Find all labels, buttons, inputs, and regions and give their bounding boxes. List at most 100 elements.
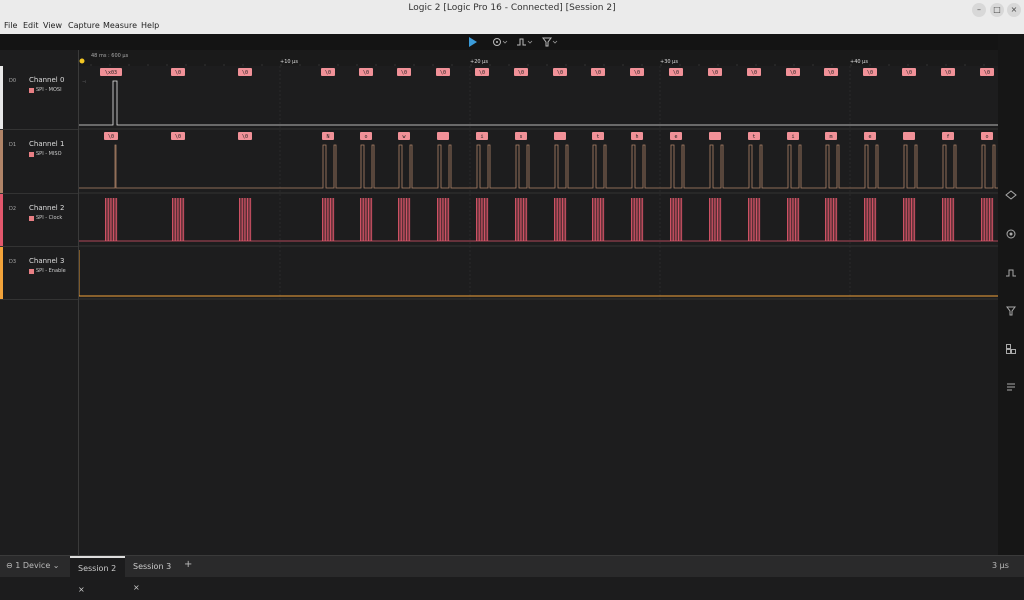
clock-pulse: [757, 198, 759, 241]
clock-pulse: [105, 198, 106, 241]
clock-pulse: [865, 198, 867, 241]
mosi-byte-label: \0: [712, 70, 718, 76]
channel-color-bar: [0, 194, 3, 246]
miso-byte-label: e: [868, 134, 871, 140]
clock-pulse: [674, 198, 676, 241]
clock-pulse: [873, 198, 875, 241]
clock-pulse: [790, 198, 792, 241]
tab-session-2[interactable]: Session 2 ×: [70, 556, 125, 594]
clock-pulse: [751, 198, 753, 241]
clock-pulse: [326, 198, 328, 241]
tick-label: +30 µs: [660, 59, 678, 65]
analyzer-label[interactable]: SPI - Enable: [36, 268, 66, 274]
clock-pulse: [176, 198, 178, 241]
analyzer-marker: [29, 88, 34, 93]
clock-pulse: [903, 198, 904, 241]
maximize-button[interactable]: □: [990, 3, 1004, 17]
clock-pulse: [484, 198, 485, 241]
clock-pulse: [788, 198, 790, 241]
menu-view[interactable]: View: [43, 21, 62, 30]
menu-file[interactable]: File: [4, 21, 17, 30]
channel-name[interactable]: Channel 1: [29, 140, 64, 148]
menu-help[interactable]: Help: [141, 21, 159, 30]
channel-name[interactable]: Channel 2: [29, 204, 64, 212]
mosi-byte-label: \0: [175, 70, 181, 76]
clock-pulse: [446, 198, 448, 241]
miso-byte-label: t: [596, 134, 599, 140]
clock-pulse: [946, 198, 948, 241]
clock-pulse: [106, 198, 108, 241]
waveform-area[interactable]: 48 ms : 600 µs +10 µs +20 µs +30 µs +40 µs \x…: [78, 50, 998, 555]
clock-pulse: [907, 198, 909, 241]
clock-pulse: [445, 198, 446, 241]
miso-byte-label: o: [364, 134, 367, 140]
clock-pulse: [476, 198, 477, 241]
filter-icon[interactable]: [998, 305, 1024, 320]
clock-pulse: [985, 198, 987, 241]
settings-icon[interactable]: [492, 36, 510, 48]
analyzer-marker: [29, 152, 34, 157]
clock-pulse: [557, 198, 559, 241]
enable-trace: [78, 250, 998, 297]
channel-label-panel: D0 Channel 0 SPI - MOSI D1 Channel 1 SPI…: [0, 50, 78, 555]
tab-close-icon[interactable]: ×: [78, 585, 85, 594]
channel-number: D2: [9, 206, 17, 212]
clock-pulse: [720, 198, 722, 241]
channel-row-1[interactable]: D1 Channel 1 SPI - MISO: [0, 130, 78, 194]
filter-icon[interactable]: [541, 36, 559, 48]
clock-pulse: [407, 198, 409, 241]
analyzers-icon[interactable]: [998, 189, 1024, 204]
miso-byte-label-box: [709, 132, 721, 140]
clock-pulse: [333, 198, 335, 241]
miso-byte-label: e: [674, 134, 677, 140]
clock-pulse: [670, 198, 671, 241]
menu-bar: File Edit View Capture Measure Help: [0, 20, 1024, 34]
timing-markers-icon[interactable]: [998, 266, 1024, 281]
trigger-icon[interactable]: [516, 36, 534, 48]
tab-session-3[interactable]: Session 3 ×: [125, 556, 180, 592]
clock-pulse: [440, 198, 442, 241]
close-button[interactable]: ×: [1007, 3, 1021, 17]
waveform-canvas[interactable]: 48 ms : 600 µs +10 µs +20 µs +30 µs +40 µs \x…: [78, 50, 998, 555]
analyzer-label[interactable]: SPI - MOSI: [36, 87, 62, 93]
mosi-byte-label: \0: [634, 70, 640, 76]
clock-pulse: [402, 198, 404, 241]
add-tab-button[interactable]: +: [184, 559, 192, 570]
miso-byte-label: s: [519, 134, 522, 140]
clock-pulse: [791, 198, 793, 241]
notes-icon[interactable]: [998, 381, 1024, 396]
clock-pulse: [438, 198, 440, 241]
menu-edit[interactable]: Edit: [23, 21, 39, 30]
analyzer-label[interactable]: SPI - Clock: [36, 215, 62, 221]
clock-pulse: [524, 198, 526, 241]
extensions-icon[interactable]: [998, 343, 1024, 358]
miso-byte-label: N: [326, 134, 329, 140]
tick-label: +40 µs: [850, 59, 868, 65]
tab-close-icon[interactable]: ×: [133, 583, 140, 592]
menu-measure[interactable]: Measure: [103, 21, 137, 30]
tab-label: Session 3: [133, 562, 172, 571]
mosi-byte-label: \0: [518, 70, 524, 76]
clock-pulse: [872, 198, 873, 241]
chevron-down-icon: ⌄: [52, 561, 60, 570]
clock-pulse: [592, 198, 593, 241]
device-settings-icon[interactable]: [998, 228, 1024, 243]
clock-pulse: [673, 198, 675, 241]
channel-row-2[interactable]: D2 Channel 2 SPI - Clock: [0, 194, 78, 247]
play-icon[interactable]: [466, 36, 480, 48]
channel-name[interactable]: Channel 0: [29, 76, 64, 84]
miso-byte-label: o: [985, 134, 988, 140]
channel-row-3[interactable]: D3 Channel 3 SPI - Enable: [0, 247, 78, 300]
minimize-button[interactable]: –: [972, 3, 986, 17]
channel-name[interactable]: Channel 3: [29, 257, 64, 265]
device-selector[interactable]: ⊖ 1 Device ⌄: [6, 561, 60, 570]
clock-pulse: [679, 198, 681, 241]
menu-capture[interactable]: Capture: [68, 21, 100, 30]
clock-pulse: [111, 198, 113, 241]
channel-row-0[interactable]: D0 Channel 0 SPI - MOSI: [0, 66, 78, 130]
clock-pulse: [360, 198, 361, 241]
clock-pulse: [826, 198, 828, 241]
analyzer-label[interactable]: SPI - MISO: [36, 151, 62, 157]
clock-pulse: [637, 198, 639, 241]
clock-pulse: [562, 198, 563, 241]
